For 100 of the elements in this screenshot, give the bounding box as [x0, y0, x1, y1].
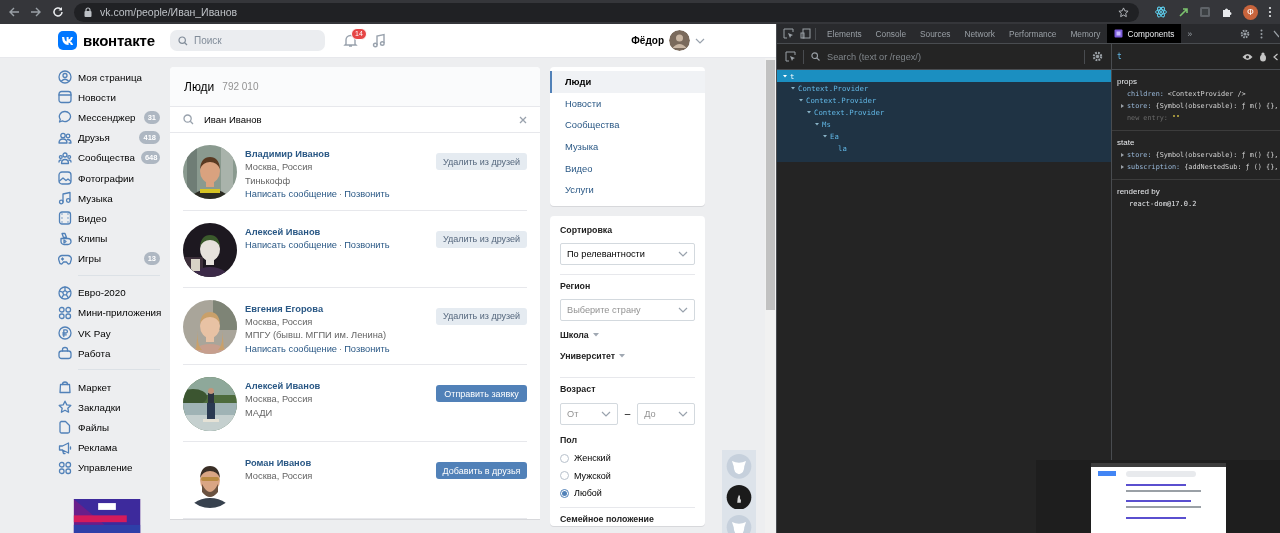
caret-down-icon[interactable]	[821, 132, 829, 140]
chevron-icon	[678, 250, 688, 257]
tab[interactable]: Components	[1107, 24, 1182, 43]
address-bar[interactable]: vk.com/people/Иван_Иванов	[74, 2, 1139, 22]
filter-toggle[interactable]: Школа	[560, 328, 589, 342]
caret-down-icon[interactable]	[789, 84, 797, 92]
sidebar-item[interactable]: Работа	[58, 343, 160, 364]
caret-right-icon[interactable]	[1120, 103, 1125, 109]
caret-down-icon[interactable]	[805, 108, 813, 116]
sidebar-item[interactable]: Фотографии	[58, 167, 160, 189]
dropdown[interactable]: По релевантности	[560, 242, 695, 265]
back-icon[interactable]	[8, 6, 20, 18]
atom-icon[interactable]	[1155, 6, 1167, 18]
chevron-icon	[678, 306, 688, 313]
tab[interactable]: Network	[957, 24, 1002, 43]
tab[interactable]: Performance	[1001, 24, 1064, 43]
radio-label[interactable]: Любой	[574, 488, 602, 499]
inspect-icon[interactable]	[785, 51, 796, 62]
menu-icon[interactable]	[1260, 28, 1264, 39]
search-field[interactable]: Search (text or /regex/)	[827, 51, 1077, 62]
sidebar-item[interactable]: Клипы	[58, 228, 160, 249]
settings-icon[interactable]	[1240, 28, 1251, 39]
inspect-icon[interactable]	[783, 28, 794, 39]
tab[interactable]: Memory	[1063, 24, 1108, 43]
settings-icon[interactable]	[1092, 51, 1103, 62]
menu-item[interactable]: Новости	[550, 92, 705, 115]
eye-icon[interactable]	[1242, 52, 1254, 61]
link[interactable]: Написать сообщение	[245, 239, 338, 250]
person-name[interactable]: Алексей Иванов	[245, 380, 428, 393]
person-name[interactable]: Алексей Иванов	[245, 225, 428, 239]
sidebar-label: Музыка	[78, 192, 114, 204]
menu-item[interactable]: Музыка	[550, 135, 705, 158]
user-icon	[58, 70, 72, 85]
sidebar-item[interactable]: VK Pay	[58, 322, 160, 344]
link[interactable]: Позвонить	[344, 239, 390, 250]
remove-button[interactable]: Удалить из друзей	[436, 230, 527, 248]
avatar-icon[interactable]	[725, 484, 753, 510]
user-name[interactable]: Фёдор	[631, 35, 664, 46]
sidebar-item[interactable]: Файлы	[58, 417, 160, 438]
radio-label[interactable]: Женский	[574, 453, 611, 464]
person-name[interactable]: Владимир Иванов	[245, 148, 428, 161]
person-info: Москва, Россия	[245, 315, 314, 329]
search-input[interactable]: Иван Иванов	[204, 114, 509, 125]
radio-label[interactable]: Мужской	[574, 470, 611, 481]
person-info: Москва, Россия	[245, 161, 314, 174]
bug-icon[interactable]	[1259, 51, 1268, 62]
puzzle-icon[interactable]	[1221, 6, 1233, 18]
person-name[interactable]: Роман Иванов	[245, 457, 428, 470]
profile-button[interactable]: Ф	[1243, 4, 1258, 20]
sidebar-item[interactable]: Музыка	[58, 188, 160, 209]
sidebar-item[interactable]: Видео	[58, 208, 160, 229]
link[interactable]: Позвонить	[344, 343, 390, 354]
avatar[interactable]	[669, 30, 690, 51]
menu-item[interactable]: Люди	[550, 71, 705, 93]
sidebar-label: Мессенджер	[78, 111, 137, 123]
remove-button[interactable]: Удалить из друзей	[436, 153, 527, 170]
sidebar-item[interactable]: Евро-2020	[58, 282, 160, 303]
filter-toggle[interactable]: Университет	[560, 349, 616, 363]
scrollbar[interactable]	[765, 58, 776, 533]
link[interactable]: Написать сообщение	[245, 343, 338, 354]
logo-icon[interactable]	[58, 31, 77, 50]
remove-button[interactable]: Удалить из друзей	[436, 307, 527, 325]
device-icon[interactable]	[800, 28, 811, 39]
community-icon	[58, 150, 72, 165]
tab[interactable]: Sources	[913, 24, 958, 43]
menu-item[interactable]: Сообщества	[550, 114, 705, 136]
sidebar-label: Мини-приложения	[78, 307, 162, 319]
caret-down-icon[interactable]	[797, 96, 805, 104]
link[interactable]: Позвонить	[344, 189, 390, 199]
sidebar-item[interactable]: Реклама	[58, 437, 160, 458]
add-button[interactable]: Добавить в друзья	[436, 462, 527, 479]
music-icon[interactable]	[372, 33, 386, 48]
menu-icon[interactable]	[1268, 6, 1272, 18]
sidebar-item[interactable]: Маркет	[58, 377, 160, 398]
star-icon[interactable]	[1118, 6, 1129, 18]
sidebar-item[interactable]: Закладки	[58, 397, 160, 418]
sidebar-item[interactable]: Новости	[58, 87, 160, 108]
logo-text[interactable]: вконтакте	[83, 32, 155, 49]
person-name[interactable]: Евгения Егорова	[245, 302, 428, 316]
sidebar-item[interactable]: Мини-приложения	[58, 302, 160, 323]
sidebar-item[interactable]: Управление	[58, 457, 160, 478]
forward-icon[interactable]	[30, 6, 42, 18]
menu-item[interactable]: Услуги	[550, 178, 705, 201]
tab[interactable]: Console	[868, 24, 914, 43]
separator: ·	[339, 189, 343, 199]
more-tabs-button[interactable]: »	[1181, 28, 1199, 39]
bag-icon	[58, 380, 72, 395]
tab[interactable]: Elements	[820, 24, 869, 43]
apps-icon	[58, 460, 72, 475]
add-button[interactable]: Отправить заявку	[436, 385, 527, 402]
link[interactable]: Написать сообщение	[245, 189, 338, 199]
extension-icon[interactable]	[1177, 6, 1189, 18]
caret-down-icon[interactable]	[813, 120, 821, 128]
reload-icon[interactable]	[52, 6, 64, 18]
caret-down-icon[interactable]	[781, 72, 789, 80]
sidebar-item[interactable]: Моя страница	[58, 67, 160, 88]
lock-icon	[84, 7, 92, 17]
sidebar-label: Маркет	[78, 381, 113, 393]
code-icon[interactable]	[1273, 52, 1279, 61]
menu-item[interactable]: Видео	[550, 157, 705, 179]
